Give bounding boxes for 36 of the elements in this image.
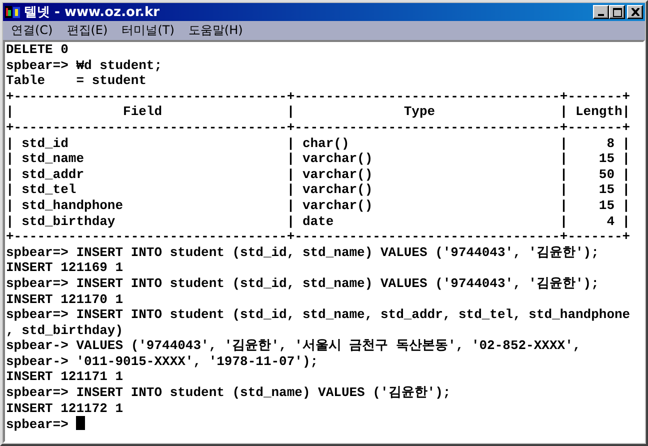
terminal-line: +-----------------------------------+----------------------------------+-------+: [6, 88, 630, 104]
minimize-button[interactable]: [593, 5, 609, 19]
menu-item[interactable]: 터미널(T): [122, 22, 174, 39]
terminal-line: Table = student: [6, 73, 146, 88]
terminal-line: spbear=> INSERT INTO student (std_id, std_name, std_addr, std_tel, std_handphone: [6, 307, 630, 322]
terminal-line: INSERT 121171 1: [6, 369, 124, 384]
close-button[interactable]: [627, 5, 643, 19]
menu-item[interactable]: 도움말(H): [188, 22, 243, 39]
terminal-line: INSERT 121169 1: [6, 260, 124, 276]
terminal-line: +-----------------------------------+----------------------------------+-------+: [6, 120, 630, 135]
terminal-line: +-----------------------------------+----------------------------------+-------+: [6, 229, 630, 244]
terminal-line: spbear=> INSERT INTO student (std_id, std_name) VALUES ('9744043', '김윤한');: [6, 244, 599, 260]
menu-item[interactable]: 연결(C): [11, 22, 53, 39]
terminal-icon: [5, 5, 21, 19]
terminal-line: spbear=> INSERT INTO student (std_id, std_name) VALUES ('9744043', '김윤한');: [6, 276, 599, 291]
terminal-line: | std_handphone | varchar() | 15 |: [6, 198, 630, 213]
terminal-line: | std_birthday | date | 4 |: [6, 214, 630, 229]
terminal-line: INSERT 121172 1: [6, 400, 124, 416]
terminal-line: spbear=>: [6, 417, 68, 432]
terminal-line: spbear=> INSERT INTO student (std_name) VALUES ('김윤한');: [6, 385, 451, 400]
terminal-line: INSERT 121170 1: [6, 292, 124, 306]
terminal-line: , std_birthday): [6, 322, 124, 338]
terminal-line: spbear=> ₩d student;: [6, 58, 162, 73]
close-icon: [630, 8, 640, 16]
terminal-line: | std_tel | varchar() | 15 |: [6, 182, 630, 198]
window-title: 텔넷 - www.oz.or.kr: [24, 4, 161, 21]
text-cursor: [76, 416, 86, 430]
terminal-line: | std_id | char() | 8 |: [6, 136, 630, 151]
terminal-line: | Field | Type | Length|: [6, 104, 630, 120]
terminal-line: DELETE 0: [6, 42, 68, 57]
menu-item[interactable]: 편집(E): [66, 22, 108, 39]
terminal-line: | std_addr | varchar() | 50 |: [6, 166, 630, 182]
terminal-line: | std_name | varchar() | 15 |: [6, 151, 630, 166]
maximize-button[interactable]: [609, 5, 625, 19]
terminal-line: spbear-> '011-9015-XXXX', '1978-11-07');: [6, 354, 318, 369]
terminal-line: spbear-> VALUES ('9744043', '김윤한', '서울시 금천구 독산본동', '02-852-XXXX',: [6, 338, 581, 354]
